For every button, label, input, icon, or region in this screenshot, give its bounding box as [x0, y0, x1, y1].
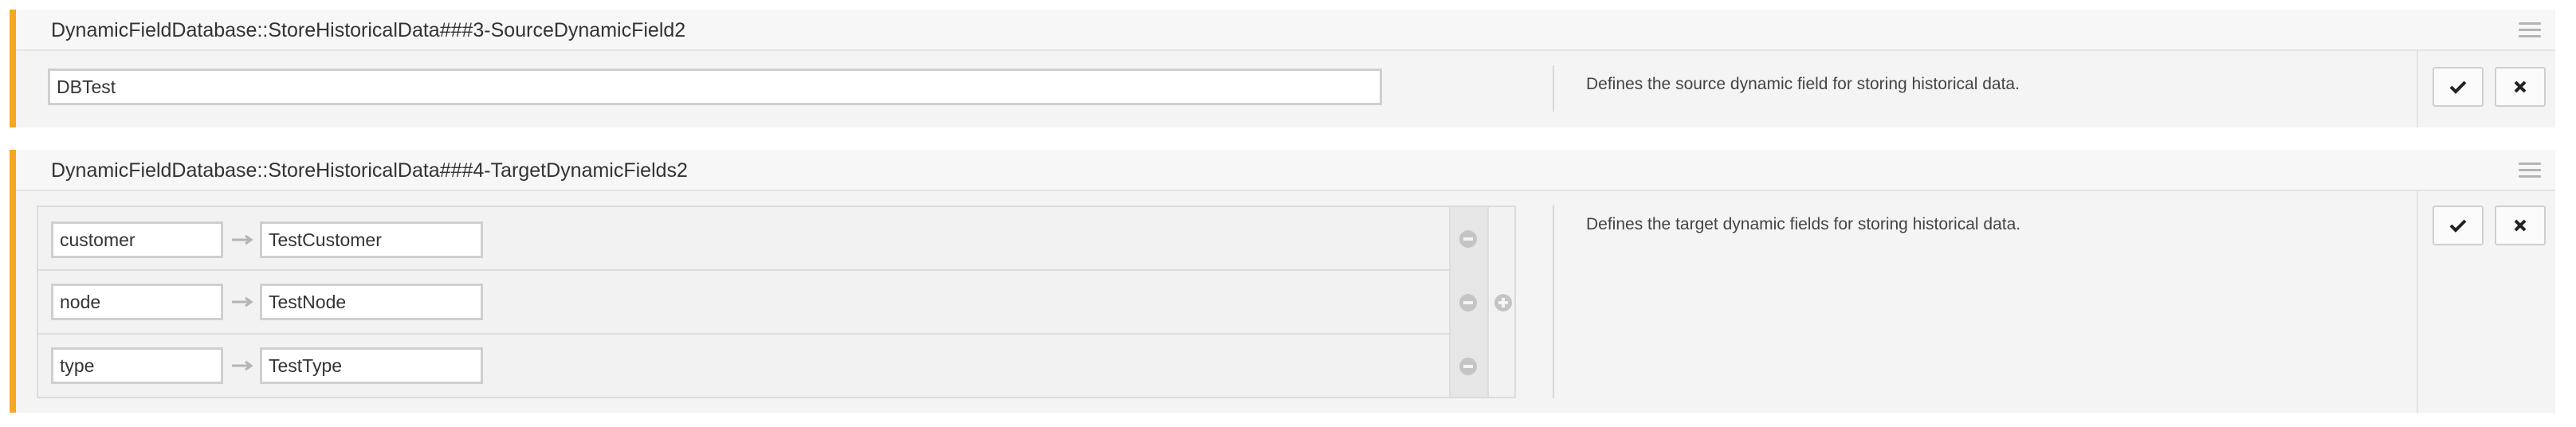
- source-dynamic-field-input[interactable]: [48, 69, 1382, 105]
- right-arrow-icon: [232, 296, 253, 308]
- hash-row: [38, 271, 1449, 335]
- close-icon: [2514, 219, 2527, 232]
- hash-value-input[interactable]: [260, 221, 483, 258]
- setting-header: DynamicFieldDatabase::StoreHistoricalDat…: [16, 10, 2555, 51]
- minus-circle-icon[interactable]: [1459, 357, 1478, 376]
- setting-panel-source-dynamic-field: DynamicFieldDatabase::StoreHistoricalDat…: [10, 10, 2555, 127]
- cancel-button[interactable]: [2495, 206, 2546, 245]
- setting-actions: [2417, 190, 2555, 413]
- checkmark-icon: [2449, 219, 2467, 233]
- hash-value-input[interactable]: [260, 347, 483, 384]
- hash-key-input[interactable]: [51, 221, 223, 258]
- hash-key-input[interactable]: [51, 347, 223, 384]
- right-arrow-icon: [232, 234, 253, 245]
- hash-value-input[interactable]: [260, 284, 483, 320]
- setting-header: DynamicFieldDatabase::StoreHistoricalDat…: [16, 150, 2555, 191]
- right-arrow-icon: [232, 360, 253, 371]
- add-column: [1487, 207, 1516, 397]
- hash-row: [38, 207, 1449, 271]
- remove-column: [1449, 207, 1487, 397]
- hash-key-input[interactable]: [51, 284, 223, 320]
- setting-title: DynamicFieldDatabase::StoreHistoricalDat…: [51, 159, 688, 182]
- save-button[interactable]: [2433, 206, 2484, 245]
- plus-circle-icon[interactable]: [1494, 293, 1513, 312]
- hamburger-menu-icon[interactable]: [2519, 163, 2541, 178]
- setting-title: DynamicFieldDatabase::StoreHistoricalDat…: [51, 19, 686, 41]
- save-button[interactable]: [2433, 67, 2484, 107]
- cancel-button[interactable]: [2495, 67, 2546, 107]
- hash-editor: [37, 206, 1516, 398]
- setting-description: Defines the source dynamic field for sto…: [1586, 75, 2020, 93]
- setting-description: Defines the target dynamic fields for st…: [1586, 215, 2021, 233]
- setting-actions: [2417, 49, 2555, 127]
- checkmark-icon: [2449, 80, 2467, 94]
- hash-row: [38, 335, 1449, 398]
- setting-panel-target-dynamic-fields: DynamicFieldDatabase::StoreHistoricalDat…: [10, 150, 2555, 413]
- column-divider: [1553, 206, 1554, 398]
- minus-circle-icon[interactable]: [1459, 293, 1478, 312]
- minus-circle-icon[interactable]: [1459, 229, 1478, 249]
- close-icon: [2514, 80, 2527, 93]
- column-divider: [1553, 65, 1554, 112]
- hamburger-menu-icon[interactable]: [2519, 22, 2541, 38]
